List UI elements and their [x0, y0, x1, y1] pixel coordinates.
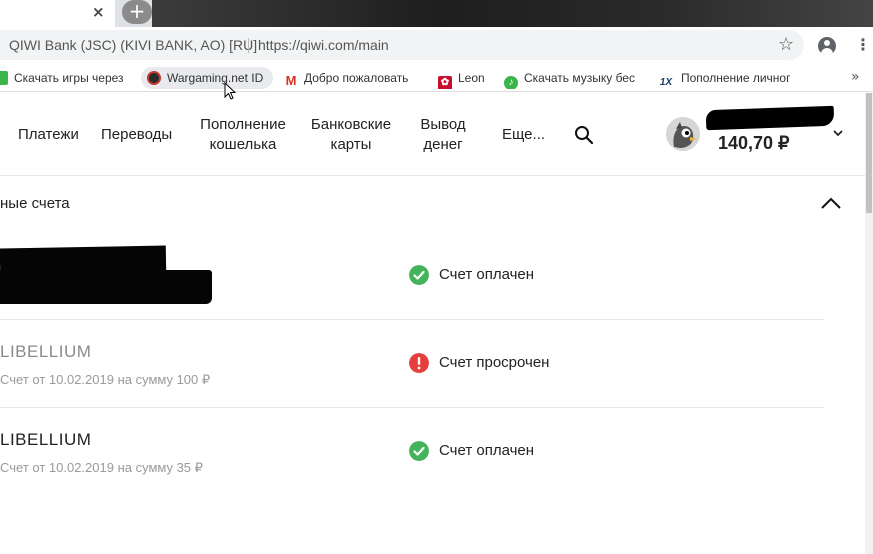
invoice-description: Счет от 10.02.2019 на сумму 100 ₽	[0, 372, 211, 387]
nav-payments[interactable]: Платежи	[18, 125, 79, 145]
scrollbar-thumb[interactable]	[866, 93, 872, 213]
check-circle-icon	[409, 441, 429, 461]
status-label: Счет оплачен	[439, 266, 535, 283]
nav-withdraw[interactable]: Вывод денег	[414, 115, 472, 155]
wargaming-icon	[147, 71, 161, 85]
chevron-down-icon[interactable]	[832, 127, 844, 139]
site-identity[interactable]: QIWI Bank (JSC) (KIVI BANK, AO) [RU]	[9, 37, 257, 53]
invoice-row[interactable]: Счет оплачен	[0, 232, 824, 320]
more-bookmarks-icon[interactable]: »	[851, 69, 860, 85]
merchant-name: LIBELLIUM	[0, 342, 92, 361]
browser-toolbar: QIWI Bank (JSC) (KIVI BANK, AO) [RU] htt…	[0, 27, 873, 63]
page-scrollbar[interactable]	[865, 93, 873, 554]
close-tab-icon[interactable]: ×	[92, 3, 105, 21]
status-label: Счет оплачен	[439, 442, 535, 459]
bookmark-item[interactable]: Скачать игры через	[0, 67, 128, 89]
bookmark-star-icon[interactable]: ☆	[778, 34, 794, 55]
new-tab-button[interactable]: +	[122, 0, 152, 24]
qiwi-header: Платежи Переводы Пополнение кошелька Бан…	[0, 93, 865, 176]
gmail-icon: M	[284, 73, 298, 88]
invoice-description: Счет от 10.02.2019 на сумму 35 ₽	[0, 460, 203, 475]
avatar[interactable]	[666, 117, 700, 151]
leon-icon: ✿	[438, 76, 452, 89]
music-icon: ♪	[504, 76, 518, 89]
nav-bank-cards[interactable]: Банковские карты	[302, 115, 400, 155]
browser-tab-strip: × +	[0, 0, 873, 27]
address-separator	[248, 38, 249, 53]
avatar-bird-icon	[666, 117, 700, 151]
search-icon[interactable]	[574, 125, 594, 145]
window-background	[152, 0, 873, 27]
wallet-balance[interactable]: 140,70 ₽	[718, 133, 790, 154]
invoice-row[interactable]: LIBELLIUM Счет от 10.02.2019 на сумму 35…	[0, 408, 824, 496]
address-bar[interactable]: QIWI Bank (JSC) (KIVI BANK, AO) [RU] htt…	[0, 30, 804, 60]
bookmark-item[interactable]: Wargaming.net ID	[141, 67, 273, 89]
nav-top-up-wallet[interactable]: Пополнение кошелька	[190, 115, 296, 155]
bookmarks-bar: Скачать игры через Wargaming.net ID M Доб…	[0, 63, 873, 92]
browser-tab[interactable]: ×	[0, 0, 115, 27]
bookmark-item[interactable]: ♪ Скачать музыку бес	[504, 67, 642, 89]
section-title: ные счета	[0, 195, 70, 212]
bookmark-item[interactable]: M Добро пожаловать	[284, 67, 422, 89]
bookmark-item[interactable]: ✿ Leon	[438, 67, 494, 89]
redacted-username	[705, 105, 835, 131]
nav-more[interactable]: Еще...	[502, 125, 545, 145]
invoice-row[interactable]: LIBELLIUM Счет от 10.02.2019 на сумму 10…	[0, 320, 824, 408]
bookmark-item[interactable]: 1X Пополнение личног	[657, 67, 795, 89]
redacted-description	[0, 270, 212, 304]
status-label: Счет просрочен	[439, 354, 550, 371]
check-circle-icon	[409, 265, 429, 285]
alert-circle-icon	[409, 353, 429, 373]
profile-icon[interactable]	[818, 37, 836, 55]
merchant-name: LIBELLIUM	[0, 430, 92, 449]
green-square-icon	[0, 71, 8, 85]
url-text[interactable]: https://qiwi.com/main	[258, 37, 389, 53]
nav-transfers[interactable]: Переводы	[101, 125, 172, 145]
browser-menu-icon[interactable]: ⋮	[855, 35, 871, 54]
chevron-up-icon[interactable]	[820, 196, 842, 210]
1x-icon: 1X	[657, 76, 675, 89]
